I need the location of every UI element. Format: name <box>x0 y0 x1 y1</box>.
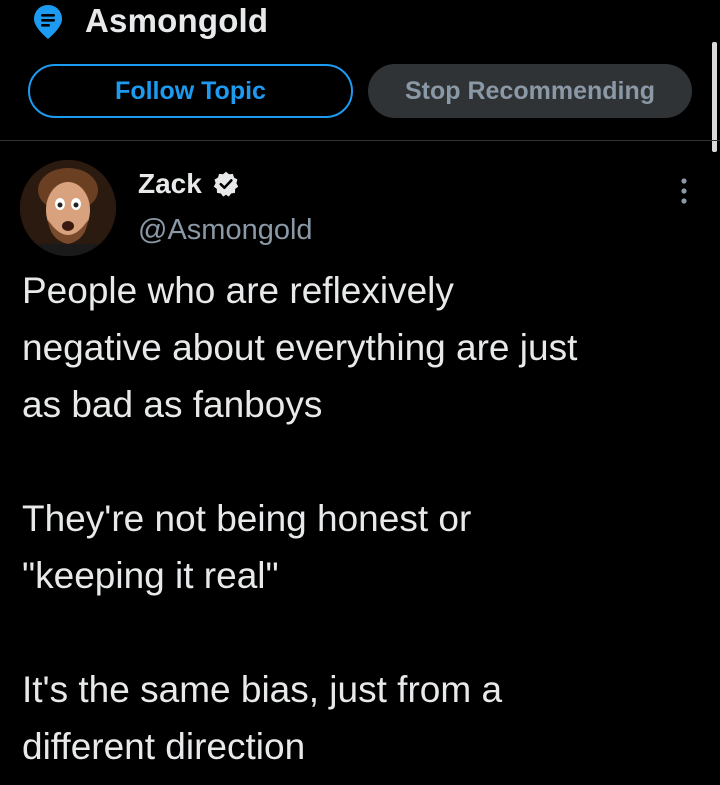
topic-pin-icon <box>34 5 62 39</box>
tweet-paragraph: People who are reflexively negative abou… <box>22 270 578 425</box>
verified-badge-icon <box>213 171 239 197</box>
scrollbar[interactable] <box>712 42 717 152</box>
tweet-paragraph: They're not being honest or "keeping it … <box>22 498 472 596</box>
avatar-image <box>20 160 116 256</box>
tweet-text: People who are reflexively negative abou… <box>22 262 712 775</box>
author-handle[interactable]: @Asmongold <box>138 214 313 247</box>
topic-header: Asmongold Follow Topic Stop Recommending <box>0 0 720 140</box>
more-vertical-icon[interactable] <box>672 176 696 206</box>
follow-topic-button[interactable]: Follow Topic <box>28 64 353 118</box>
tweet-paragraph: It's the same bias, just from a differen… <box>22 669 503 767</box>
author-name[interactable]: Zack <box>138 168 240 200</box>
stop-recommending-button[interactable]: Stop Recommending <box>368 64 692 118</box>
divider <box>0 140 720 141</box>
avatar[interactable] <box>20 160 116 256</box>
author-name-text[interactable]: Zack <box>138 168 202 200</box>
topic-title: Asmongold <box>85 2 269 39</box>
